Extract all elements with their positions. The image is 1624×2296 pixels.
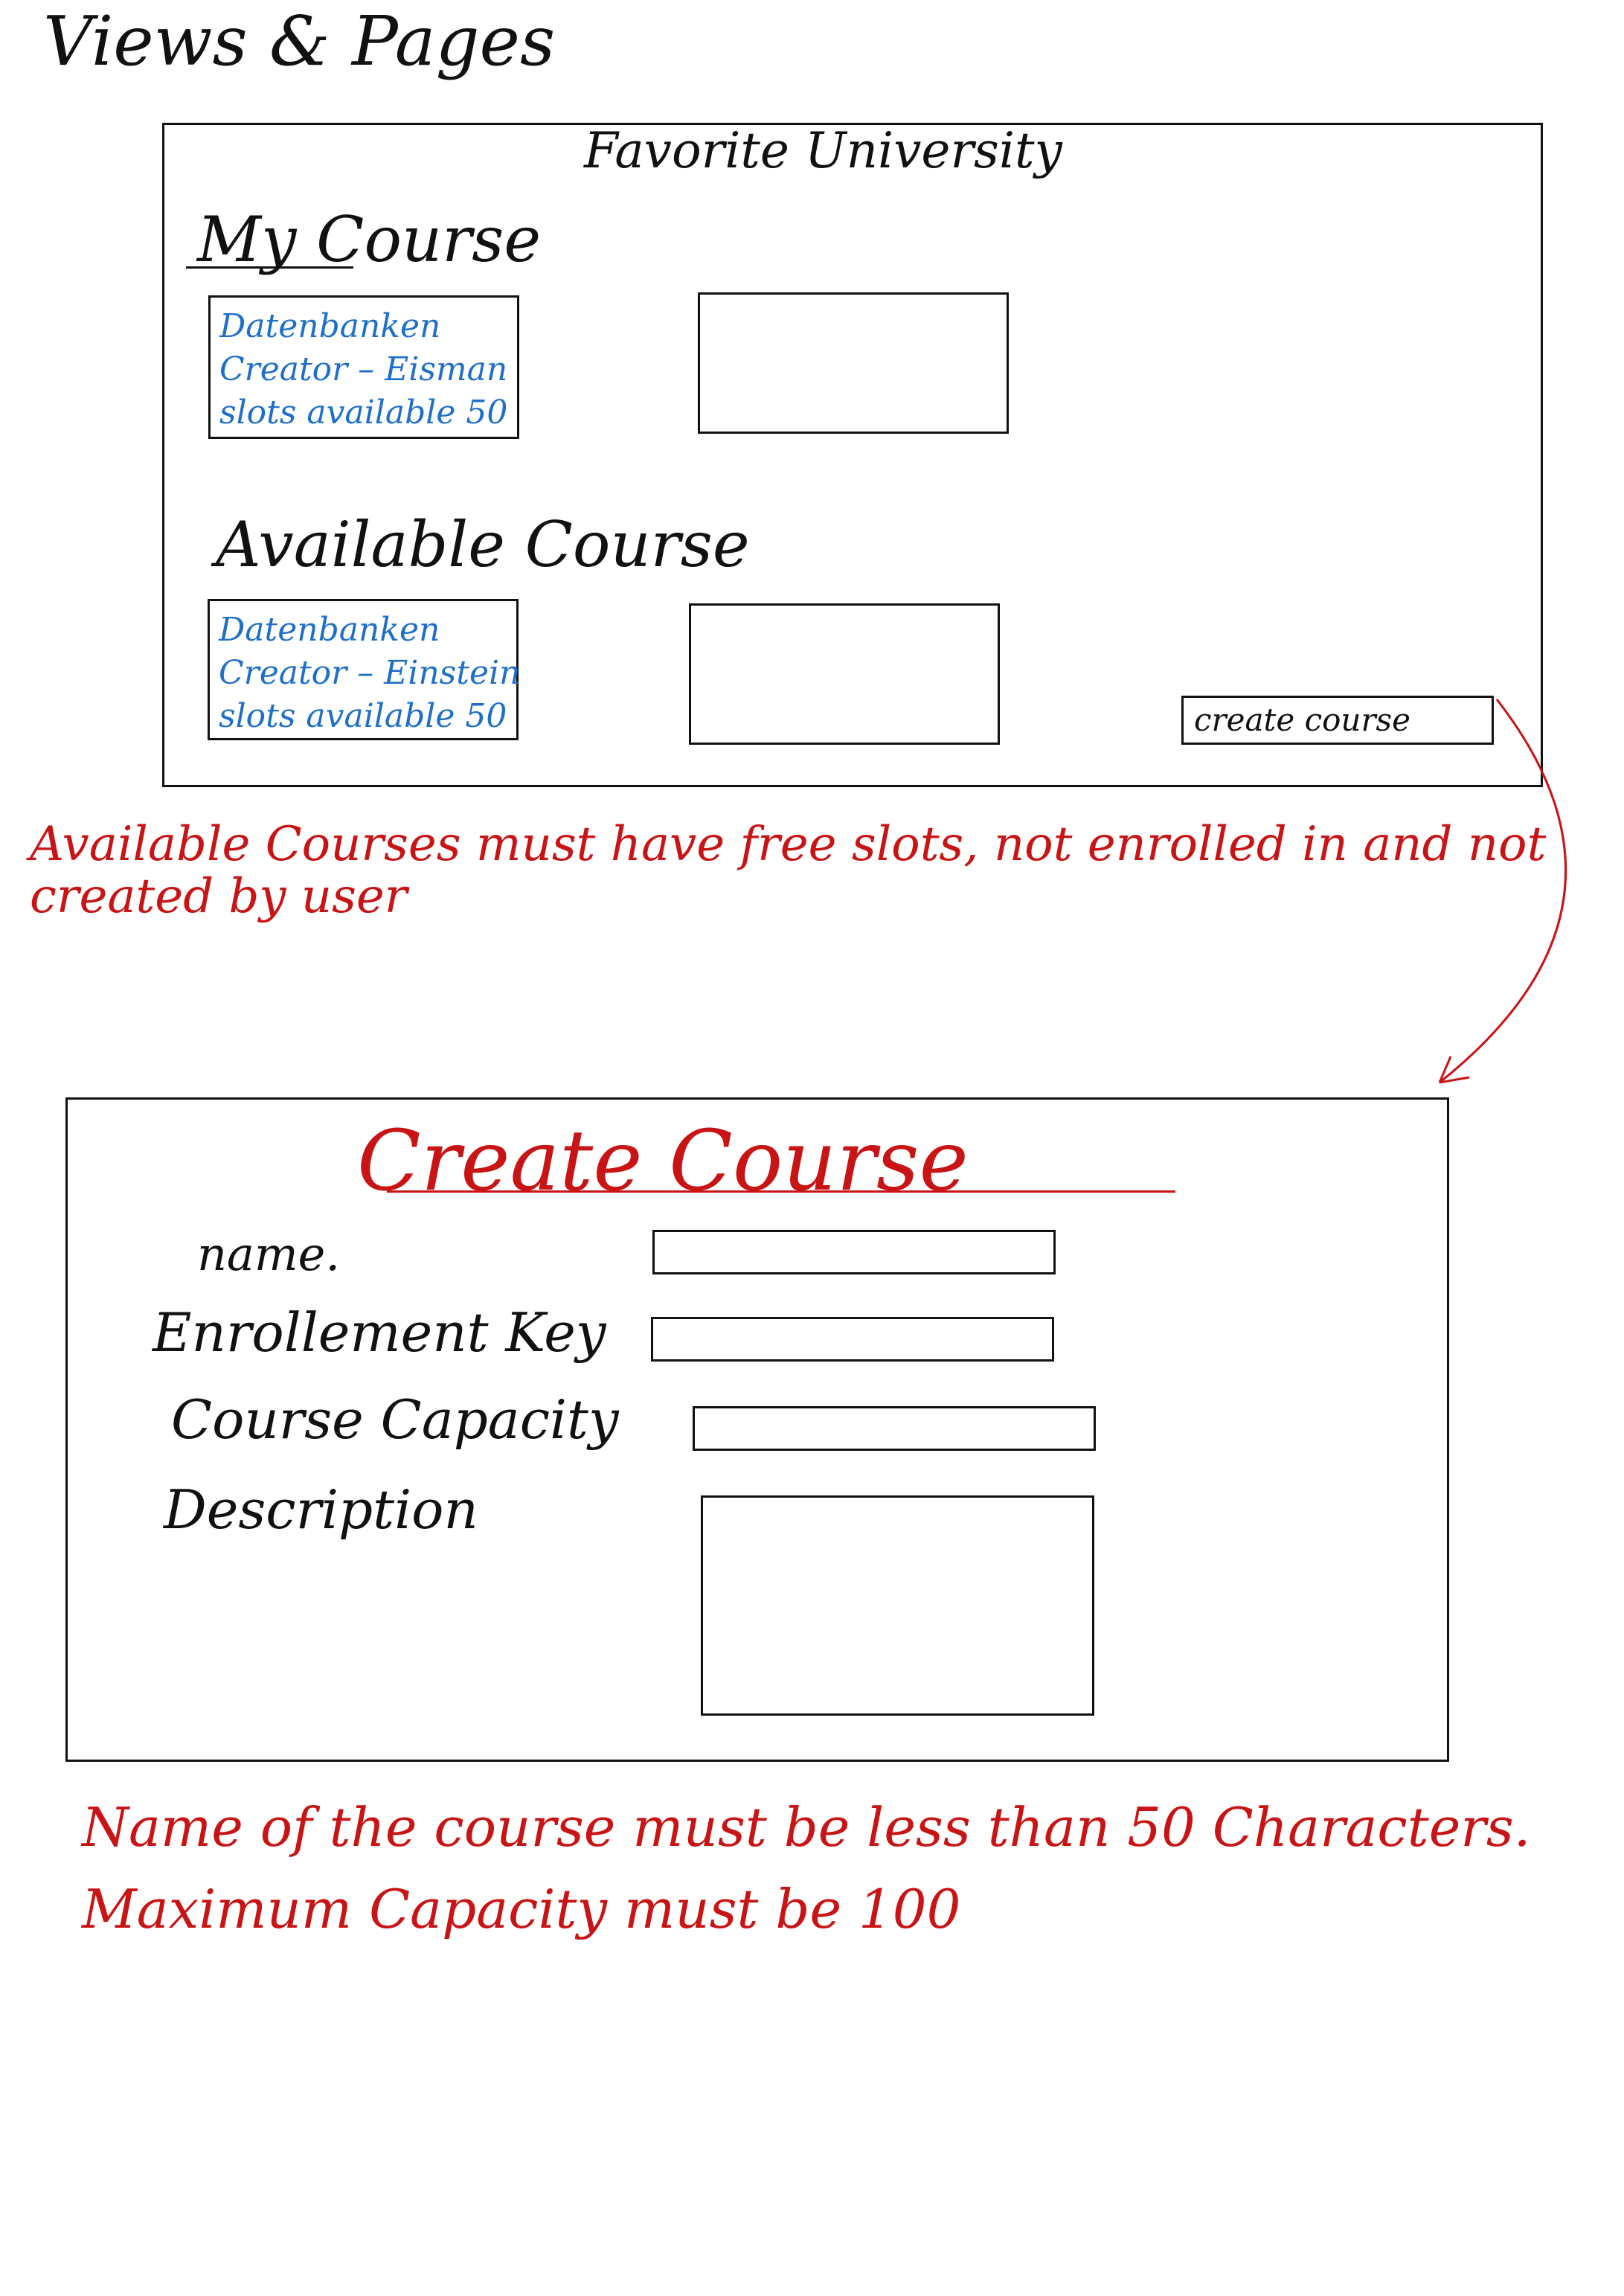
course-capacity-label: Course Capacity xyxy=(171,1388,619,1451)
max-capacity-rule: Maximum Capacity must be 100 xyxy=(82,1878,961,1940)
name-label: name. xyxy=(197,1227,341,1281)
name-input[interactable] xyxy=(652,1230,1056,1274)
description-label: Description xyxy=(164,1478,478,1541)
enrollment-key-label: Enrollement Key xyxy=(153,1301,606,1364)
course-capacity-input[interactable] xyxy=(693,1406,1096,1451)
description-textarea[interactable] xyxy=(701,1495,1094,1716)
enrollment-key-input[interactable] xyxy=(651,1317,1054,1362)
name-length-rule: Name of the course must be less than 50 … xyxy=(82,1796,1531,1859)
create-title-underline xyxy=(387,1190,1175,1193)
